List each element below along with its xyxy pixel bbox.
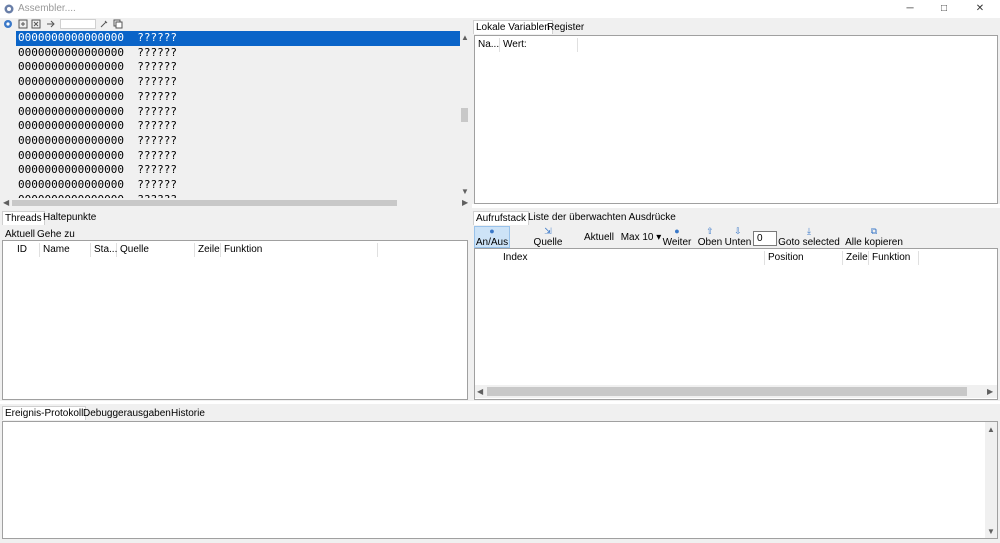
current-frame-button[interactable]: Aktuell	[582, 232, 616, 243]
goto-selected-button[interactable]: ⤓ Goto selected	[778, 226, 840, 248]
tab-local-variables[interactable]: Lokale Variablen	[473, 20, 553, 34]
next-icon: ●	[674, 226, 680, 236]
column-header-function[interactable]: Funktion	[869, 251, 919, 265]
column-header-index[interactable]: Index	[500, 251, 765, 265]
tab-watch-list[interactable]: Liste der überwachten Ausdrücke	[526, 211, 678, 225]
app-gear-icon	[4, 4, 14, 14]
disassembly-row[interactable]: 0000000000000000 ??????	[16, 90, 460, 105]
tab-breakpoints[interactable]: Haltepunkte	[41, 211, 98, 225]
next-button[interactable]: ● Weiter	[662, 226, 692, 248]
disassembly-list[interactable]: 0000000000000000 ?????? 0000000000000000…	[0, 30, 462, 198]
scroll-up-arrow-icon[interactable]: ▲	[461, 33, 469, 43]
down-button[interactable]: ⇩ Unten	[724, 226, 752, 248]
column-header-state[interactable]: Sta...	[91, 243, 117, 257]
current-button[interactable]: Aktuell	[5, 229, 35, 240]
column-header-position[interactable]: Position	[765, 251, 843, 265]
maximize-button[interactable]: □	[927, 1, 961, 17]
arrow-down-icon: ⇩	[734, 226, 742, 236]
step-over-icon[interactable]	[31, 19, 41, 29]
scroll-left-arrow-icon[interactable]: ◀	[3, 198, 9, 208]
disassembly-row[interactable]: 0000000000000000 ??????	[16, 163, 460, 178]
callstack-horizontal-scroll-thumb[interactable]	[487, 387, 967, 396]
toggle-button[interactable]: ● An/Aus	[474, 226, 510, 248]
copy-icon: ⧉	[870, 226, 878, 236]
callstack-grid[interactable]	[474, 248, 998, 400]
disassembly-row[interactable]: 0000000000000000 ??????	[16, 134, 460, 149]
status-strip	[0, 539, 1000, 543]
goto-button[interactable]: Gehe zu	[37, 229, 75, 240]
column-header-function[interactable]: Funktion	[221, 243, 378, 257]
disassembly-vertical-scroll-thumb[interactable]	[461, 108, 468, 122]
scroll-right-arrow-icon[interactable]: ▶	[987, 387, 993, 397]
tab-debugger-output[interactable]: Debuggerausgaben	[81, 407, 173, 421]
tab-threads[interactable]: Threads	[2, 211, 45, 225]
depth-input[interactable]: 0	[753, 231, 777, 246]
disassembly-horizontal-scroll-thumb[interactable]	[12, 200, 397, 206]
column-header-source[interactable]: Quelle	[117, 243, 195, 257]
column-header-name[interactable]: Name	[40, 243, 91, 257]
window-title: Assembler....	[18, 3, 76, 14]
column-header-value[interactable]: Wert:	[500, 38, 578, 52]
tools-icon[interactable]	[99, 19, 109, 29]
title-bar	[0, 0, 1000, 18]
threads-grid[interactable]	[2, 240, 468, 400]
disassembly-row[interactable]: 0000000000000000 ??????	[16, 46, 460, 61]
disassembly-row[interactable]: 0000000000000000 ??????	[16, 105, 460, 120]
disassembly-row[interactable]: 0000000000000000 ??????	[16, 149, 460, 164]
log-vertical-scrollbar[interactable]	[985, 422, 997, 538]
disassembly-row[interactable]: 0000000000000000 ??????	[16, 178, 460, 193]
source-icon: ⇲	[544, 226, 552, 236]
disassembly-row[interactable]: 0000000000000000 ??????	[16, 75, 460, 90]
max-dropdown[interactable]: Max 10 ▾	[620, 232, 662, 243]
tab-event-log[interactable]: Ereignis-Protokoll	[2, 406, 87, 420]
variables-grid[interactable]	[474, 35, 998, 204]
copy-all-button[interactable]: ⧉ Alle kopieren	[844, 226, 904, 248]
tab-registers[interactable]: Register	[545, 21, 586, 35]
scroll-right-arrow-icon[interactable]: ▶	[462, 198, 468, 208]
column-header-id[interactable]: ID	[14, 243, 40, 257]
goto-arrow-icon[interactable]	[46, 19, 56, 29]
close-button[interactable]: ✕	[963, 1, 997, 17]
column-header-line[interactable]: Zeile	[843, 251, 869, 265]
goto-selected-icon: ⤓	[807, 226, 811, 236]
step-into-icon[interactable]	[18, 19, 28, 29]
column-header-line[interactable]: Zeile	[195, 243, 221, 257]
tab-callstack[interactable]: Aufrufstack	[473, 211, 530, 225]
up-button[interactable]: ⇧ Oben	[696, 226, 724, 248]
refresh-icon[interactable]	[3, 19, 13, 29]
scroll-down-arrow-icon[interactable]: ▼	[987, 527, 995, 537]
minimize-button[interactable]: ─	[893, 1, 927, 17]
column-header-name[interactable]: Na...	[475, 38, 500, 52]
scroll-up-arrow-icon[interactable]: ▲	[987, 425, 995, 435]
disassembly-row[interactable]: 0000000000000000 ??????	[16, 31, 460, 46]
address-input[interactable]	[60, 19, 96, 29]
tab-history[interactable]: Historie	[169, 407, 207, 421]
log-textarea[interactable]	[2, 421, 998, 539]
scroll-left-arrow-icon[interactable]: ◀	[477, 387, 483, 397]
disassembly-row[interactable]: 0000000000000000 ??????	[16, 119, 460, 134]
toggle-icon: ●	[489, 226, 495, 236]
scroll-down-arrow-icon[interactable]: ▼	[461, 187, 469, 197]
copy-icon[interactable]	[113, 19, 123, 29]
disassembly-row[interactable]: 0000000000000000 ??????	[16, 60, 460, 75]
arrow-up-icon: ⇧	[706, 226, 714, 236]
chevron-down-icon: ▾	[656, 232, 662, 243]
